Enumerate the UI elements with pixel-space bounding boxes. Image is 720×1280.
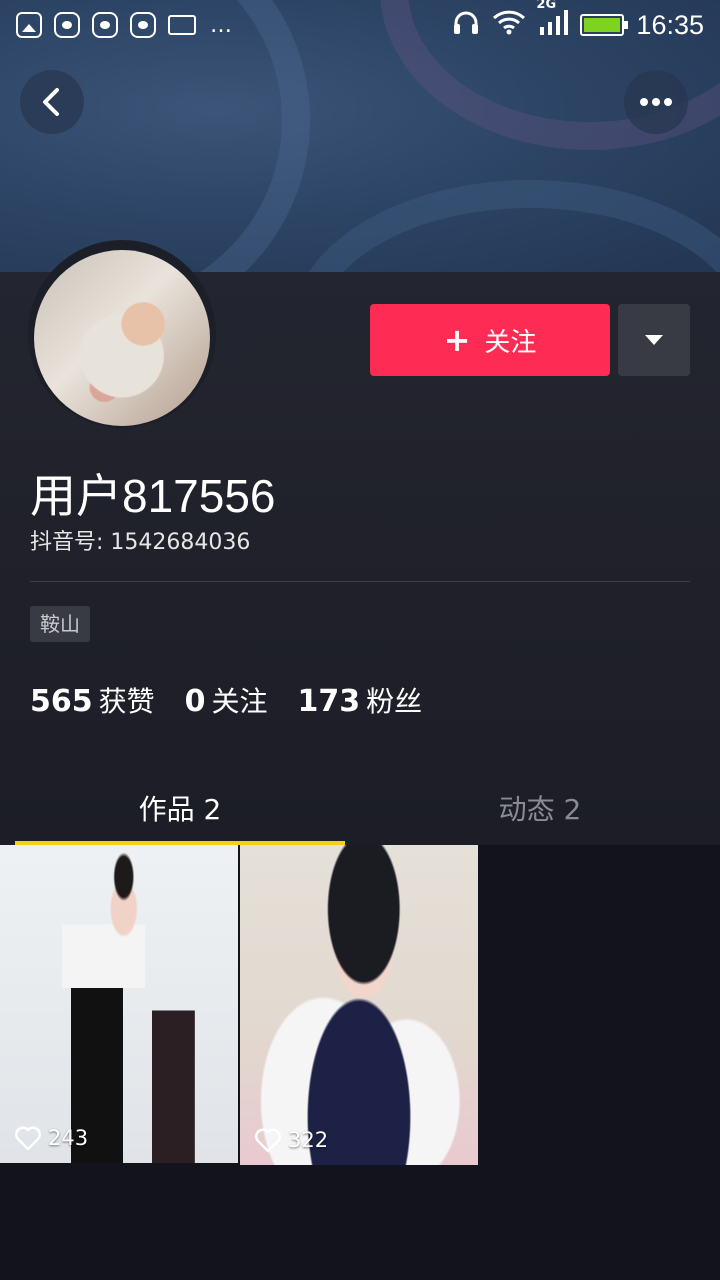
video-thumbnail[interactable]: 243 <box>0 845 238 1163</box>
signal-icon: 2G <box>536 0 569 41</box>
heart-icon <box>15 1126 41 1151</box>
content-tabs: 作品 2 动态 2 <box>0 770 720 845</box>
more-horizontal-icon <box>640 98 672 106</box>
like-count-value: 243 <box>48 1126 89 1150</box>
location-tag: 鞍山 <box>30 606 90 642</box>
like-count: 322 <box>254 1127 328 1153</box>
heart-icon <box>255 1128 281 1153</box>
stat-label: 粉丝 <box>366 685 423 718</box>
video-grid: 243 322 <box>0 845 720 1280</box>
follow-label: 关注 <box>484 327 537 358</box>
gallery-icon <box>16 12 42 38</box>
status-time: 16:35 <box>636 9 704 40</box>
stat-number: 0 <box>184 684 206 719</box>
stats-row: 565 获赞 0 关注 173 粉丝 <box>30 680 422 720</box>
banner-decor <box>290 180 720 272</box>
huawei-app-icon <box>54 12 80 38</box>
stat-label: 获赞 <box>98 685 155 718</box>
stat-number: 565 <box>30 684 93 719</box>
back-button[interactable] <box>20 70 84 134</box>
battery-fill <box>584 18 621 32</box>
stat-number: 173 <box>297 684 361 719</box>
like-count: 243 <box>14 1125 88 1151</box>
like-count-value: 322 <box>288 1128 329 1152</box>
douyin-id[interactable]: 抖音号: 1542684036 <box>30 524 250 556</box>
more-options-button[interactable] <box>624 70 688 134</box>
stat-following[interactable]: 0 关注 <box>185 680 268 720</box>
plus-icon: + <box>443 321 471 359</box>
username: 用户817556 <box>30 470 276 522</box>
battery-icon <box>580 14 629 36</box>
stat-likes[interactable]: 565 获赞 <box>30 680 155 720</box>
divider <box>30 581 690 582</box>
tab-activity[interactable]: 动态 2 <box>360 770 720 845</box>
caret-down-icon <box>645 335 663 345</box>
status-bar: … 2G 16:35 <box>0 0 720 50</box>
huawei-app-icon <box>130 12 156 38</box>
recommend-dropdown-button[interactable] <box>618 304 690 376</box>
headphones-icon <box>452 9 480 41</box>
notification-overflow-icon: … <box>210 12 233 38</box>
stat-label: 关注 <box>211 685 268 718</box>
video-thumbnail[interactable]: 322 <box>240 845 478 1165</box>
follow-button[interactable]: + 关注 <box>370 304 610 376</box>
huawei-app-icon <box>92 12 118 38</box>
keyboard-icon <box>168 15 196 35</box>
network-type-label: 2G <box>536 0 557 12</box>
stat-followers[interactable]: 173 粉丝 <box>298 680 423 720</box>
wifi-icon <box>492 9 526 41</box>
chevron-left-icon <box>43 88 59 116</box>
tab-works[interactable]: 作品 2 <box>0 770 360 845</box>
avatar[interactable] <box>34 250 210 426</box>
